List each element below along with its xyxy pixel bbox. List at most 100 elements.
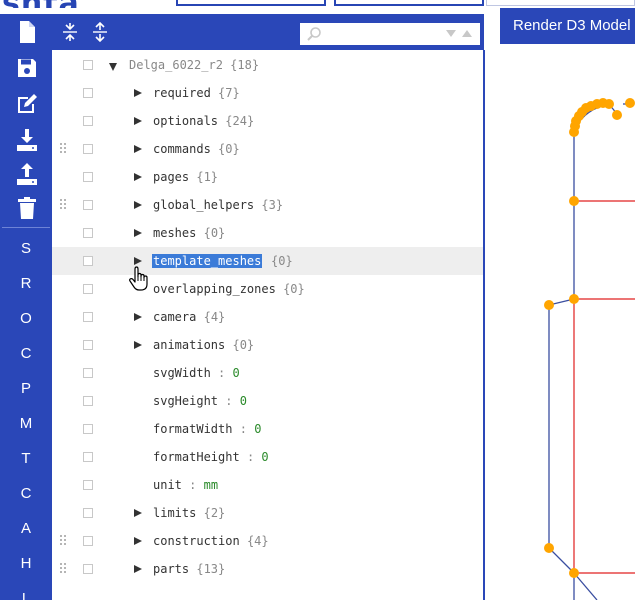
expand-toggle-icon[interactable] [134, 173, 142, 181]
drag-handle-icon[interactable] [60, 563, 68, 575]
tree-row-meshes[interactable]: meshes {0} [52, 219, 483, 247]
render-d3-model-tab[interactable]: Render D3 Model [500, 8, 635, 44]
tree-row-pages[interactable]: pages {1} [52, 163, 483, 191]
tree-row-camera[interactable]: camera {4} [52, 303, 483, 331]
tree-key[interactable]: animations {0} [153, 331, 254, 359]
node[interactable] [604, 99, 614, 109]
download-icon[interactable] [15, 128, 39, 152]
drag-handle-icon[interactable] [60, 535, 68, 547]
expand-toggle-icon[interactable] [134, 201, 142, 209]
row-checkbox[interactable] [83, 200, 93, 210]
tree-row-limits[interactable]: limits {2} [52, 499, 483, 527]
row-checkbox[interactable] [83, 396, 93, 406]
row-checkbox[interactable] [83, 368, 93, 378]
row-checkbox[interactable] [83, 144, 93, 154]
tree-key[interactable]: unit : mm [153, 471, 218, 499]
tree-key[interactable]: required {7} [153, 79, 240, 107]
model-nodes[interactable] [544, 98, 635, 578]
row-checkbox[interactable] [83, 452, 93, 462]
row-checkbox[interactable] [83, 116, 93, 126]
tree-row-commands[interactable]: commands {0} [52, 135, 483, 163]
tree-row-construction[interactable]: construction {4} [52, 527, 483, 555]
tree-row-unit[interactable]: unit : mm [52, 471, 483, 499]
save-icon[interactable] [15, 56, 39, 80]
expand-toggle-icon[interactable] [134, 509, 142, 517]
row-checkbox[interactable] [83, 480, 93, 490]
row-checkbox[interactable] [83, 60, 93, 70]
tree-row-required[interactable]: required {7} [52, 79, 483, 107]
tree-row-parts[interactable]: parts {13} [52, 555, 483, 583]
row-checkbox[interactable] [83, 424, 93, 434]
expand-toggle-icon[interactable] [134, 145, 142, 153]
tree-key[interactable]: limits {2} [153, 499, 225, 527]
tree-row-template-meshes[interactable]: template_meshes {0} [52, 247, 483, 275]
tree-key[interactable]: formatHeight : 0 [153, 443, 269, 471]
sidebar-letter-t[interactable]: T [0, 450, 52, 467]
node[interactable] [569, 568, 579, 578]
expand-toggle-icon[interactable] [134, 89, 142, 97]
top-menu-box[interactable] [486, 0, 635, 6]
sidebar-letter-c[interactable]: C [0, 345, 52, 362]
row-checkbox[interactable] [83, 284, 93, 294]
expand-toggle-icon[interactable] [134, 229, 142, 237]
sidebar-letter-o[interactable]: O [0, 310, 52, 327]
row-checkbox[interactable] [83, 508, 93, 518]
node[interactable] [544, 543, 554, 553]
expand-all-icon[interactable] [90, 22, 110, 42]
value[interactable]: 0 [240, 394, 247, 408]
row-checkbox[interactable] [83, 340, 93, 350]
sidebar-letter-h[interactable]: H [0, 555, 52, 572]
sidebar-letter-a[interactable]: A [0, 520, 52, 537]
sidebar-letter-p[interactable]: P [0, 380, 52, 397]
tree-key[interactable]: Delga_6022_r2 {18} [129, 51, 259, 79]
tree-row-overlapping-zones[interactable]: overlapping_zones {0} [52, 275, 483, 303]
value[interactable]: 0 [233, 366, 240, 380]
expand-toggle-icon[interactable] [109, 63, 117, 71]
row-checkbox[interactable] [83, 228, 93, 238]
expand-toggle-icon[interactable] [134, 537, 142, 545]
tree-key[interactable]: parts {13} [153, 555, 225, 583]
tree-key[interactable]: meshes {0} [153, 219, 225, 247]
edit-icon[interactable] [15, 92, 39, 116]
drag-handle-icon[interactable] [60, 143, 68, 155]
search-input[interactable] [326, 25, 436, 43]
tree-key[interactable]: commands {0} [153, 135, 240, 163]
expand-toggle-icon[interactable] [134, 565, 142, 573]
row-checkbox[interactable] [83, 256, 93, 266]
row-checkbox[interactable] [83, 172, 93, 182]
tree-row-global-helpers[interactable]: global_helpers {3} [52, 191, 483, 219]
trash-icon[interactable] [15, 196, 39, 220]
node[interactable] [569, 294, 579, 304]
row-checkbox[interactable] [83, 312, 93, 322]
tree-key[interactable]: formatWidth : 0 [153, 415, 261, 443]
new-file-icon[interactable] [15, 20, 39, 44]
sidebar-letter-l[interactable]: L [0, 590, 52, 600]
drag-handle-icon[interactable] [60, 199, 68, 211]
tree-key[interactable]: camera {4} [153, 303, 225, 331]
tree-key[interactable]: optionals {24} [153, 107, 254, 135]
node[interactable] [625, 98, 635, 108]
tree-row-animations[interactable]: animations {0} [52, 331, 483, 359]
expand-toggle-icon[interactable] [134, 117, 142, 125]
sidebar-letter-m[interactable]: M [0, 415, 52, 432]
d3-render-canvas[interactable] [487, 52, 635, 600]
tree-root-row[interactable]: Delga_6022_r2 {18} [52, 51, 483, 79]
search-prev-icon[interactable] [462, 29, 472, 39]
tree-row-formatwidth[interactable]: formatWidth : 0 [52, 415, 483, 443]
expand-toggle-icon[interactable] [134, 257, 142, 265]
row-checkbox[interactable] [83, 88, 93, 98]
tree-row-svgwidth[interactable]: svgWidth : 0 [52, 359, 483, 387]
tree-key[interactable]: overlapping_zones {0} [153, 275, 305, 303]
tree-row-optionals[interactable]: optionals {24} [52, 107, 483, 135]
value[interactable]: mm [204, 478, 218, 492]
value[interactable]: 0 [254, 422, 261, 436]
node[interactable] [569, 196, 579, 206]
row-checkbox[interactable] [83, 536, 93, 546]
node[interactable] [612, 110, 622, 120]
tree-key[interactable]: pages {1} [153, 163, 218, 191]
expand-toggle-icon[interactable] [134, 313, 142, 321]
sidebar-letter-s[interactable]: S [0, 240, 52, 257]
expand-toggle-icon[interactable] [134, 341, 142, 349]
value[interactable]: 0 [261, 450, 268, 464]
tree-key[interactable]: svgWidth : 0 [153, 359, 240, 387]
